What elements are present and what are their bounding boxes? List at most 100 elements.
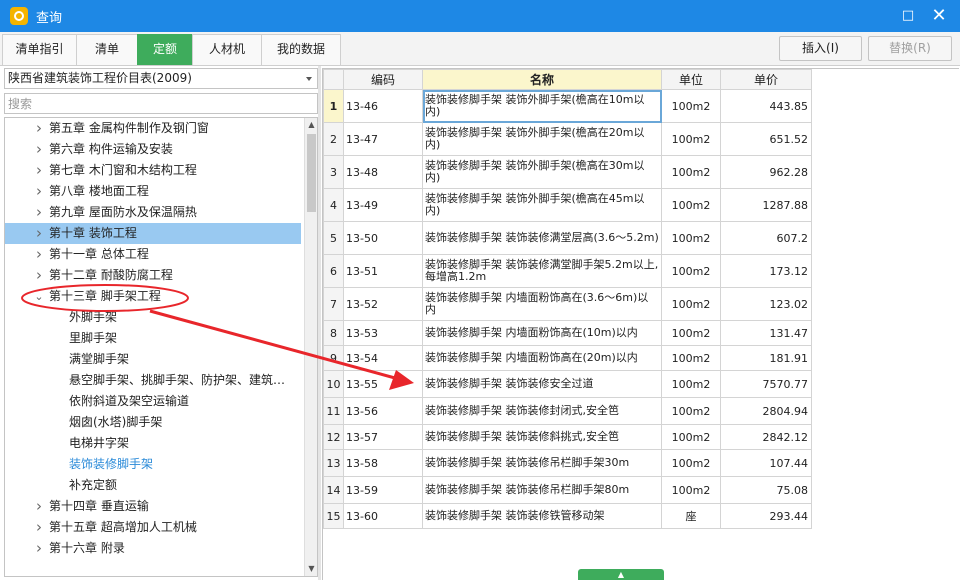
price-cell[interactable]: 107.44 — [720, 449, 812, 477]
panel-splitter[interactable] — [318, 66, 321, 580]
price-cell[interactable]: 2804.94 — [720, 397, 812, 425]
tree-section-item[interactable]: 补充定额 — [5, 475, 301, 496]
name-cell[interactable]: 装饰装修脚手架 装饰装修斜挑式,安全笆 — [422, 424, 662, 450]
price-cell[interactable]: 607.2 — [720, 221, 812, 255]
row-number-cell[interactable]: 14 — [323, 476, 344, 504]
table-row[interactable]: 3 13-48 装饰装修脚手架 装饰外脚手架(檐高在30m以内) 100m2 962.2… — [323, 155, 812, 189]
unit-cell[interactable]: 100m2 — [661, 320, 721, 346]
price-cell[interactable]: 443.85 — [720, 89, 812, 123]
row-number-cell[interactable]: 1 — [323, 89, 344, 123]
table-row[interactable]: 6 13-51 装饰装修脚手架 装饰装修满堂脚手架5.2m以上,每增高1.2m 100… — [323, 254, 812, 288]
tree-section-item[interactable]: 里脚手架 — [5, 328, 301, 349]
table-row[interactable]: 9 13-54 装饰装修脚手架 内墙面粉饰高在(20m)以内 100m2 181.91 — [323, 345, 812, 371]
unit-cell[interactable]: 100m2 — [661, 221, 721, 255]
chevron-right-icon[interactable]: › — [33, 181, 45, 202]
tab-my-data[interactable]: 我的数据 — [261, 34, 341, 65]
name-cell[interactable]: 装饰装修脚手架 内墙面粉饰高在(10m)以内 — [422, 320, 662, 346]
scroll-down-icon[interactable]: ▼ — [305, 562, 317, 576]
table-row[interactable]: 4 13-49 装饰装修脚手架 装饰外脚手架(檐高在45m以内) 100m2 1287.… — [323, 188, 812, 222]
tree-section-item[interactable]: 悬空脚手架、挑脚手架、防护架、建筑… — [5, 370, 301, 391]
table-row[interactable]: 14 13-59 装饰装修脚手架 装饰装修吊栏脚手架80m 100m2 75.08 — [323, 476, 812, 504]
tree-section-item[interactable]: 满堂脚手架 — [5, 349, 301, 370]
unit-cell[interactable]: 100m2 — [661, 370, 721, 398]
price-cell[interactable]: 2842.12 — [720, 424, 812, 450]
unit-cell[interactable]: 100m2 — [661, 345, 721, 371]
price-cell[interactable]: 131.47 — [720, 320, 812, 346]
unit-cell[interactable]: 100m2 — [661, 287, 721, 321]
table-row[interactable]: 2 13-47 装饰装修脚手架 装饰外脚手架(檐高在20m以内) 100m2 651.5… — [323, 122, 812, 156]
row-number-cell[interactable]: 11 — [323, 397, 344, 425]
unit-cell[interactable]: 100m2 — [661, 397, 721, 425]
unit-cell[interactable]: 100m2 — [661, 449, 721, 477]
tree-section-item[interactable]: 外脚手架 — [5, 307, 301, 328]
row-number-cell[interactable]: 6 — [323, 254, 344, 288]
price-cell[interactable]: 7570.77 — [720, 370, 812, 398]
name-cell[interactable]: 装饰装修脚手架 装饰装修吊栏脚手架30m — [422, 449, 662, 477]
unit-cell[interactable]: 100m2 — [661, 476, 721, 504]
chevron-right-icon[interactable]: › — [33, 538, 45, 559]
code-cell[interactable]: 13-47 — [343, 122, 423, 156]
table-row[interactable]: 13 13-58 装饰装修脚手架 装饰装修吊栏脚手架30m 100m2 107.44 — [323, 449, 812, 477]
tree-chapter-item[interactable]: › 第十章 装饰工程 — [5, 223, 301, 244]
unit-cell[interactable]: 100m2 — [661, 254, 721, 288]
chevron-right-icon[interactable]: › — [33, 265, 45, 286]
tree-chapter-item[interactable]: › 第八章 楼地面工程 — [5, 181, 301, 202]
code-cell[interactable]: 13-55 — [343, 370, 423, 398]
column-header-code[interactable]: 编码 — [343, 69, 423, 90]
name-cell[interactable]: 装饰装修脚手架 内墙面粉饰高在(20m)以内 — [422, 345, 662, 371]
maximize-button[interactable]: □ — [893, 0, 923, 32]
name-cell[interactable]: 装饰装修脚手架 装饰装修满堂脚手架5.2m以上,每增高1.2m — [422, 254, 662, 288]
tab-labor-material-machine[interactable]: 人材机 — [192, 34, 262, 65]
code-cell[interactable]: 13-46 — [343, 89, 423, 123]
scroll-up-icon[interactable]: ▲ — [305, 118, 317, 132]
price-cell[interactable]: 123.02 — [720, 287, 812, 321]
row-number-cell[interactable]: 7 — [323, 287, 344, 321]
column-header-unit[interactable]: 单位 — [661, 69, 721, 90]
unit-cell[interactable]: 座 — [661, 503, 721, 529]
chevron-right-icon[interactable]: › — [33, 496, 45, 517]
code-cell[interactable]: 13-57 — [343, 424, 423, 450]
chevron-right-icon[interactable]: › — [33, 139, 45, 160]
code-cell[interactable]: 13-49 — [343, 188, 423, 222]
tree-chapter-item[interactable]: › 第五章 金属构件制作及钢门窗 — [5, 118, 301, 139]
tree-chapter-item[interactable]: › 第六章 构件运输及安装 — [5, 139, 301, 160]
chevron-right-icon[interactable]: › — [33, 517, 45, 538]
code-cell[interactable]: 13-59 — [343, 476, 423, 504]
chevron-right-icon[interactable]: › — [33, 160, 45, 181]
tree-chapter-item[interactable]: ⌄ 第十三章 脚手架工程 — [5, 286, 301, 307]
name-cell[interactable]: 装饰装修脚手架 装饰装修满堂层高(3.6～5.2m) — [422, 221, 662, 255]
tab-bill[interactable]: 清单 — [76, 34, 138, 65]
table-row[interactable]: 10 13-55 装饰装修脚手架 装饰装修安全过道 100m2 7570.77 — [323, 370, 812, 398]
tree-chapter-item[interactable]: › 第十六章 附录 — [5, 538, 301, 559]
price-cell[interactable]: 962.28 — [720, 155, 812, 189]
tree-chapter-item[interactable]: › 第十二章 耐酸防腐工程 — [5, 265, 301, 286]
code-cell[interactable]: 13-53 — [343, 320, 423, 346]
tree-chapter-item[interactable]: › 第十一章 总体工程 — [5, 244, 301, 265]
price-cell[interactable]: 181.91 — [720, 345, 812, 371]
code-cell[interactable]: 13-50 — [343, 221, 423, 255]
row-number-cell[interactable]: 8 — [323, 320, 344, 346]
name-cell[interactable]: 装饰装修脚手架 装饰装修封闭式,安全笆 — [422, 397, 662, 425]
tree-section-item[interactable]: 电梯井字架 — [5, 433, 301, 454]
chevron-right-icon[interactable]: › — [33, 202, 45, 223]
code-cell[interactable]: 13-54 — [343, 345, 423, 371]
row-number-cell[interactable]: 12 — [323, 424, 344, 450]
column-header-price[interactable]: 单价 — [720, 69, 812, 90]
tab-bill-guide[interactable]: 清单指引 — [2, 34, 77, 65]
price-cell[interactable]: 173.12 — [720, 254, 812, 288]
chevron-right-icon[interactable]: › — [33, 118, 45, 139]
code-cell[interactable]: 13-52 — [343, 287, 423, 321]
name-cell[interactable]: 装饰装修脚手架 装饰装修安全过道 — [422, 370, 662, 398]
table-row[interactable]: 7 13-52 装饰装修脚手架 内墙面粉饰高在(3.6～6m)以内 100m2 123.… — [323, 287, 812, 321]
code-cell[interactable]: 13-58 — [343, 449, 423, 477]
chevron-right-icon[interactable]: › — [33, 244, 45, 265]
code-cell[interactable]: 13-48 — [343, 155, 423, 189]
code-cell[interactable]: 13-60 — [343, 503, 423, 529]
tree-chapter-item[interactable]: › 第七章 木门窗和木结构工程 — [5, 160, 301, 181]
chevron-down-icon[interactable]: ⌄ — [33, 286, 45, 307]
name-cell[interactable]: 装饰装修脚手架 装饰装修吊栏脚手架80m — [422, 476, 662, 504]
name-cell[interactable]: 装饰装修脚手架 装饰外脚手架(檐高在30m以内) — [422, 155, 662, 189]
table-row[interactable]: 12 13-57 装饰装修脚手架 装饰装修斜挑式,安全笆 100m2 2842.12 — [323, 424, 812, 450]
table-row[interactable]: 11 13-56 装饰装修脚手架 装饰装修封闭式,安全笆 100m2 2804.94 — [323, 397, 812, 425]
row-number-cell[interactable]: 4 — [323, 188, 344, 222]
